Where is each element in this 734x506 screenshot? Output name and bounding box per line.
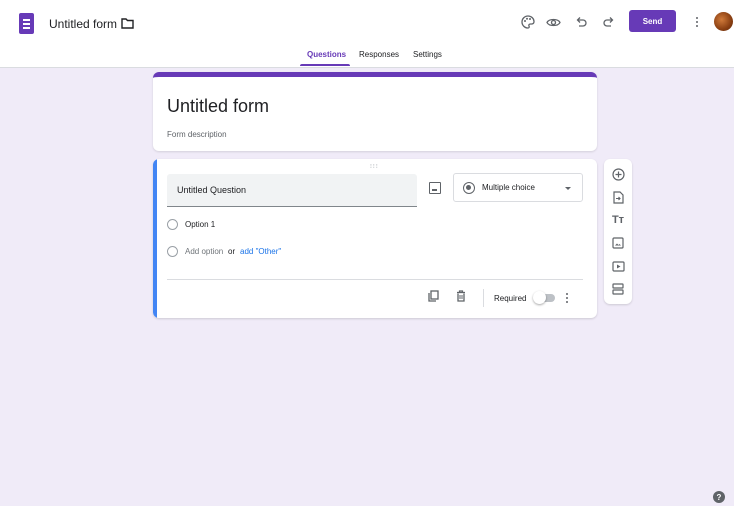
more-vert-icon[interactable]	[692, 13, 702, 31]
eye-icon[interactable]	[544, 13, 562, 31]
add-title-icon[interactable]: Tт	[611, 213, 625, 227]
chevron-down-icon	[565, 187, 571, 190]
question-title-text: Untitled Question	[177, 185, 247, 195]
question-type-label: Multiple choice	[482, 183, 535, 192]
active-card-indicator	[153, 159, 157, 318]
option-radio-icon	[167, 219, 178, 230]
add-other-link[interactable]: add "Other"	[240, 247, 281, 256]
form-heading[interactable]: Untitled form	[167, 96, 269, 117]
undo-icon[interactable]	[572, 13, 590, 31]
add-question-icon[interactable]	[611, 167, 625, 181]
question-more-icon[interactable]	[565, 291, 569, 304]
help-icon[interactable]: ?	[713, 491, 725, 503]
footer-separator	[483, 289, 484, 307]
avatar[interactable]	[714, 12, 733, 31]
add-option-link[interactable]: Add option	[185, 247, 223, 256]
tab-bar: Questions Responses Settings	[0, 47, 734, 67]
tab-questions[interactable]: Questions	[307, 50, 346, 59]
required-toggle-thumb[interactable]	[533, 291, 546, 304]
required-label: Required	[494, 294, 527, 303]
form-description-field[interactable]: Form description	[167, 130, 227, 139]
question-type-select[interactable]: Multiple choice	[453, 173, 583, 202]
question-title-input[interactable]: Untitled Question	[167, 174, 417, 207]
folder-icon[interactable]	[121, 17, 134, 29]
form-title[interactable]: Untitled form	[49, 17, 117, 31]
add-section-icon[interactable]	[611, 282, 625, 296]
floating-toolbar: Tт	[604, 159, 632, 304]
add-image-icon[interactable]	[429, 182, 441, 194]
duplicate-icon[interactable]	[428, 290, 439, 302]
or-text: or	[228, 247, 236, 256]
active-tab-indicator	[300, 64, 350, 66]
option-1-input[interactable]: Option 1	[185, 220, 215, 229]
add-image-toolbar-icon[interactable]	[611, 236, 625, 250]
radio-button-icon	[463, 182, 475, 194]
send-button[interactable]: Send	[629, 10, 676, 32]
add-video-icon[interactable]	[611, 259, 625, 273]
palette-icon[interactable]	[519, 13, 537, 31]
forms-app-icon[interactable]	[19, 13, 34, 34]
question-card[interactable]: ⁝⁝⁝ Untitled Question Multiple choice Op…	[153, 159, 597, 318]
card-footer-divider	[167, 279, 583, 280]
tab-responses[interactable]: Responses	[359, 50, 399, 59]
form-title-card: Untitled form Form description	[153, 72, 597, 151]
tab-settings[interactable]: Settings	[413, 50, 442, 59]
import-questions-icon[interactable]	[611, 190, 625, 204]
app-header: Untitled form Send Questions Responses S…	[0, 0, 734, 68]
redo-icon[interactable]	[600, 13, 618, 31]
add-option-radio-icon	[167, 246, 178, 257]
delete-icon[interactable]	[456, 290, 466, 302]
drag-handle-icon[interactable]: ⁝⁝⁝	[370, 163, 379, 170]
